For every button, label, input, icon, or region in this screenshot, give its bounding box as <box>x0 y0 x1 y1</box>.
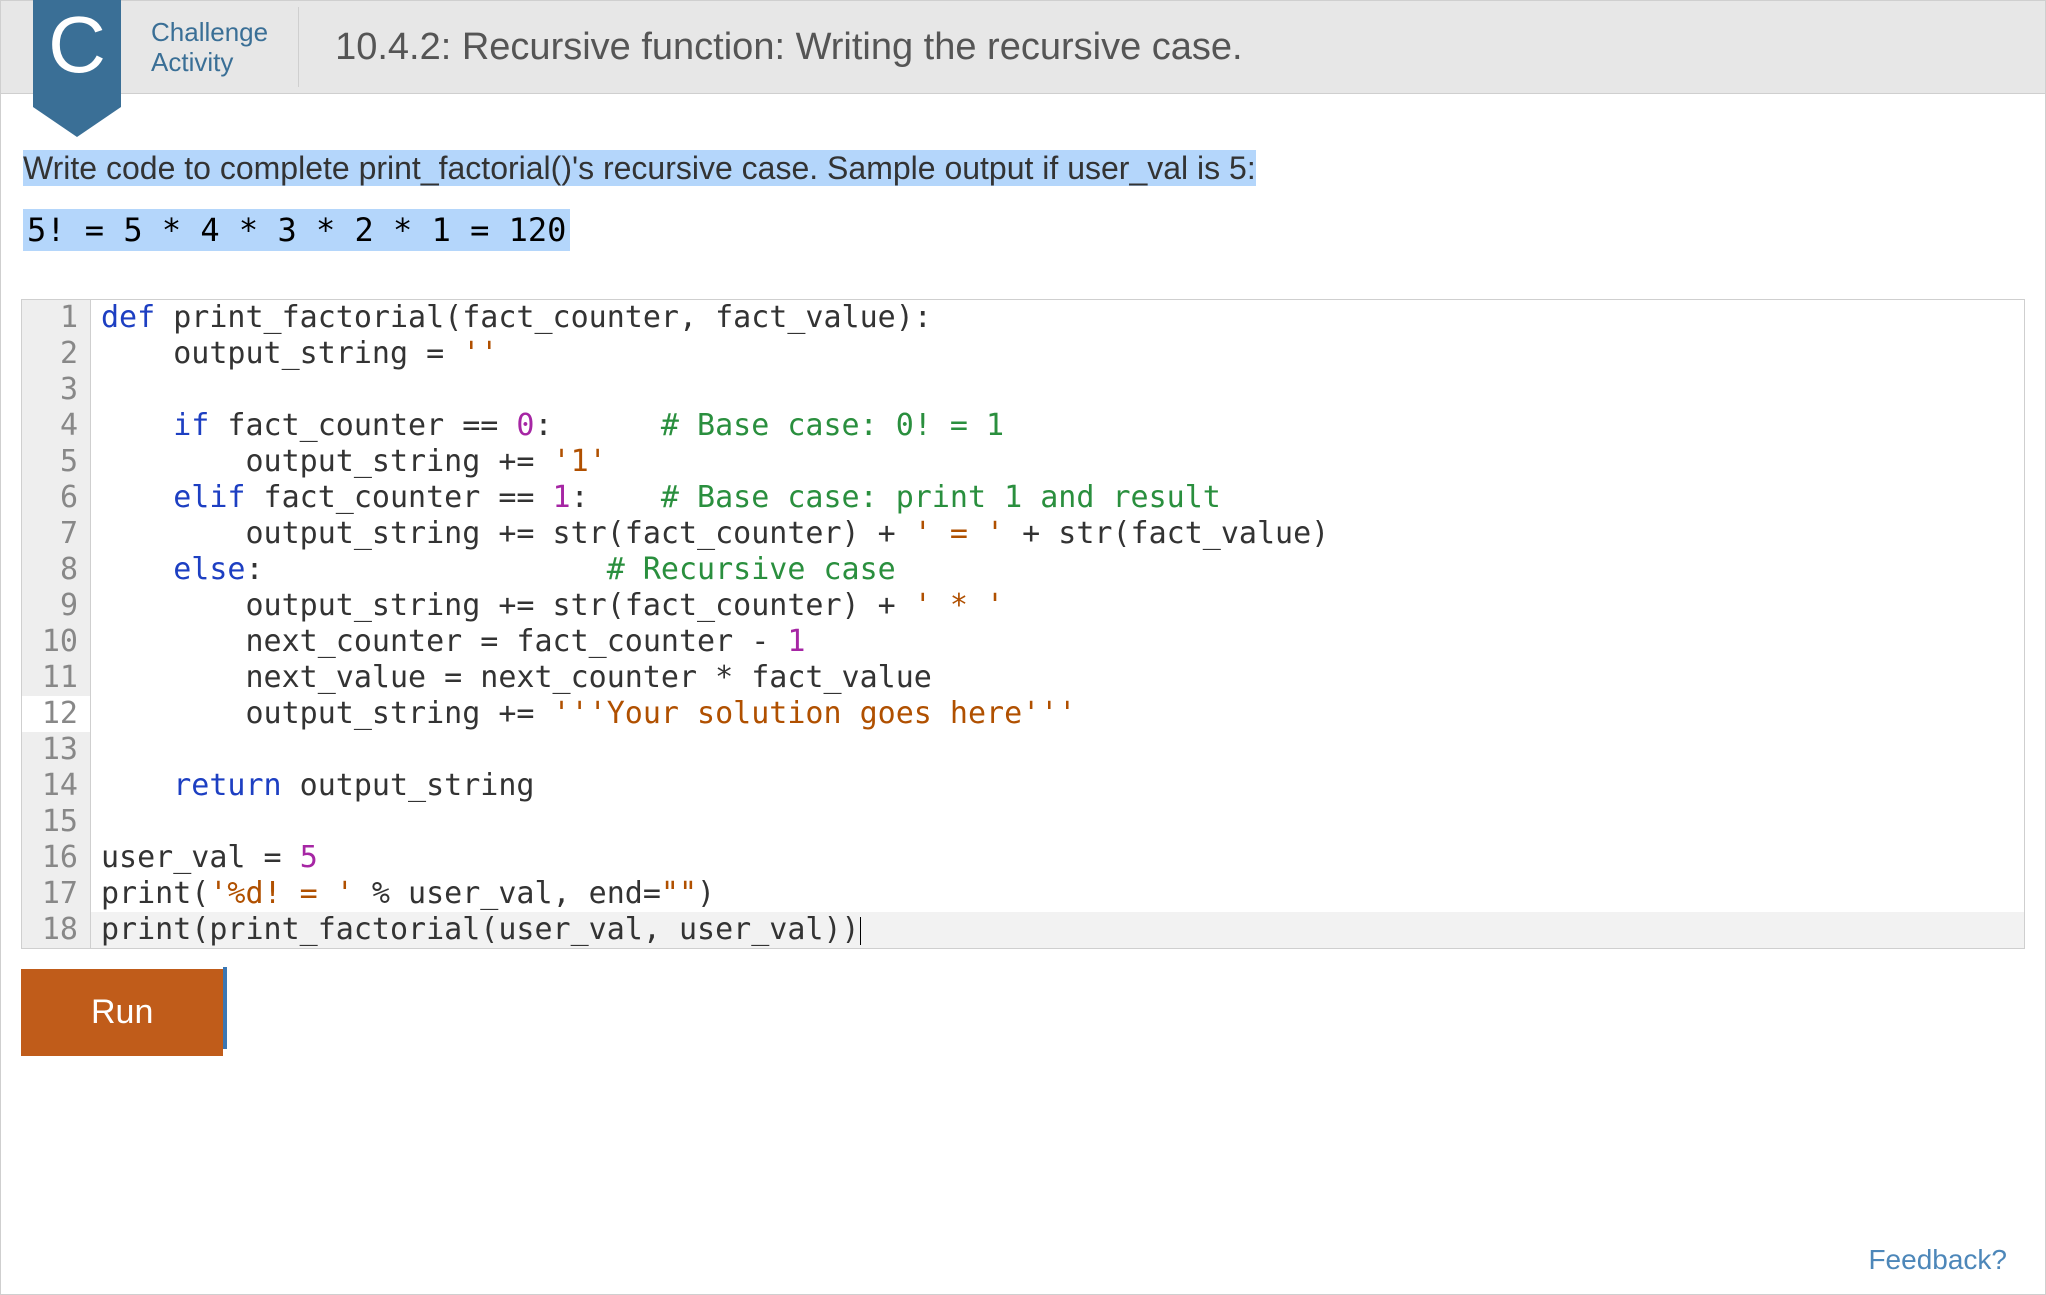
line-number: 15 <box>22 804 91 840</box>
line-number: 8 <box>22 552 91 588</box>
code-editor[interactable]: 1def print_factorial(fact_counter, fact_… <box>21 299 2025 949</box>
line-number: 18 <box>22 912 91 948</box>
code-line[interactable]: 3 <box>22 372 2024 408</box>
feedback-link[interactable]: Feedback? <box>1868 1244 2007 1276</box>
line-number: 4 <box>22 408 91 444</box>
code-cell[interactable]: user_val = 5 <box>91 840 2024 876</box>
code-cell[interactable] <box>91 804 2024 840</box>
code-line[interactable]: 1def print_factorial(fact_counter, fact_… <box>22 300 2024 336</box>
line-number: 16 <box>22 840 91 876</box>
code-line[interactable]: 4 if fact_counter == 0: # Base case: 0! … <box>22 408 2024 444</box>
code-line[interactable]: 2 output_string = '' <box>22 336 2024 372</box>
text-cursor <box>223 967 227 1049</box>
badge-letter: C <box>33 0 121 93</box>
run-row: Run <box>21 969 2025 1056</box>
code-cell[interactable] <box>91 732 2024 768</box>
line-number: 14 <box>22 768 91 804</box>
run-button-label: Run <box>91 993 153 1031</box>
sample-output: 5! = 5 * 4 * 3 * 2 * 1 = 120 <box>23 211 2023 249</box>
text-cursor <box>860 917 861 945</box>
code-cell[interactable]: output_string += str(fact_counter) + ' *… <box>91 588 2024 624</box>
sample-output-text: 5! = 5 * 4 * 3 * 2 * 1 = 120 <box>23 209 570 251</box>
code-line[interactable]: 5 output_string += '1' <box>22 444 2024 480</box>
line-number: 17 <box>22 876 91 912</box>
code-line[interactable]: 18print(print_factorial(user_val, user_v… <box>22 912 2024 948</box>
challenge-label: Challenge Activity <box>131 7 299 87</box>
page: C Challenge Activity 10.4.2: Recursive f… <box>0 0 2046 1295</box>
code-line[interactable]: 13 <box>22 732 2024 768</box>
code-line[interactable]: 12 output_string += '''Your solution goe… <box>22 696 2024 732</box>
line-number: 9 <box>22 588 91 624</box>
code-cell[interactable]: print(print_factorial(user_val, user_val… <box>91 912 2024 948</box>
challenge-badge: C <box>33 0 121 107</box>
activity-title: 10.4.2: Recursive function: Writing the … <box>299 26 1243 69</box>
code-line[interactable]: 7 output_string += str(fact_counter) + '… <box>22 516 2024 552</box>
code-line[interactable]: 14 return output_string <box>22 768 2024 804</box>
run-button[interactable]: Run <box>21 969 223 1056</box>
instruction-text: Write code to complete print_factorial()… <box>23 150 2023 187</box>
header-bar: C Challenge Activity 10.4.2: Recursive f… <box>1 1 2045 94</box>
line-number: 2 <box>22 336 91 372</box>
code-line[interactable]: 11 next_value = next_counter * fact_valu… <box>22 660 2024 696</box>
code-line[interactable]: 8 else: # Recursive case <box>22 552 2024 588</box>
code-cell[interactable]: print('%d! = ' % user_val, end="") <box>91 876 2024 912</box>
line-number: 13 <box>22 732 91 768</box>
line-number: 5 <box>22 444 91 480</box>
code-cell[interactable]: def print_factorial(fact_counter, fact_v… <box>91 300 2024 336</box>
line-number: 10 <box>22 624 91 660</box>
challenge-line1: Challenge <box>151 17 268 47</box>
code-cell[interactable] <box>91 372 2024 408</box>
line-number: 11 <box>22 660 91 696</box>
line-number: 3 <box>22 372 91 408</box>
code-cell[interactable]: elif fact_counter == 1: # Base case: pri… <box>91 480 2024 516</box>
line-number: 1 <box>22 300 91 336</box>
code-cell[interactable]: output_string += str(fact_counter) + ' =… <box>91 516 2024 552</box>
instruction-highlight: Write code to complete print_factorial()… <box>23 150 1256 186</box>
code-cell[interactable]: next_value = next_counter * fact_value <box>91 660 2024 696</box>
line-number: 6 <box>22 480 91 516</box>
challenge-line2: Activity <box>151 47 268 77</box>
code-cell[interactable]: output_string += '1' <box>91 444 2024 480</box>
code-line[interactable]: 16user_val = 5 <box>22 840 2024 876</box>
code-cell[interactable]: output_string += '''Your solution goes h… <box>91 696 2024 732</box>
line-number: 12 <box>22 696 91 732</box>
code-cell[interactable]: else: # Recursive case <box>91 552 2024 588</box>
line-number: 7 <box>22 516 91 552</box>
code-cell[interactable]: return output_string <box>91 768 2024 804</box>
code-line[interactable]: 9 output_string += str(fact_counter) + '… <box>22 588 2024 624</box>
code-line[interactable]: 17print('%d! = ' % user_val, end="") <box>22 876 2024 912</box>
badge-wrap: C <box>1 1 131 93</box>
code-line[interactable]: 10 next_counter = fact_counter - 1 <box>22 624 2024 660</box>
code-cell[interactable]: output_string = '' <box>91 336 2024 372</box>
code-line[interactable]: 15 <box>22 804 2024 840</box>
code-line[interactable]: 6 elif fact_counter == 1: # Base case: p… <box>22 480 2024 516</box>
code-cell[interactable]: next_counter = fact_counter - 1 <box>91 624 2024 660</box>
code-cell[interactable]: if fact_counter == 0: # Base case: 0! = … <box>91 408 2024 444</box>
